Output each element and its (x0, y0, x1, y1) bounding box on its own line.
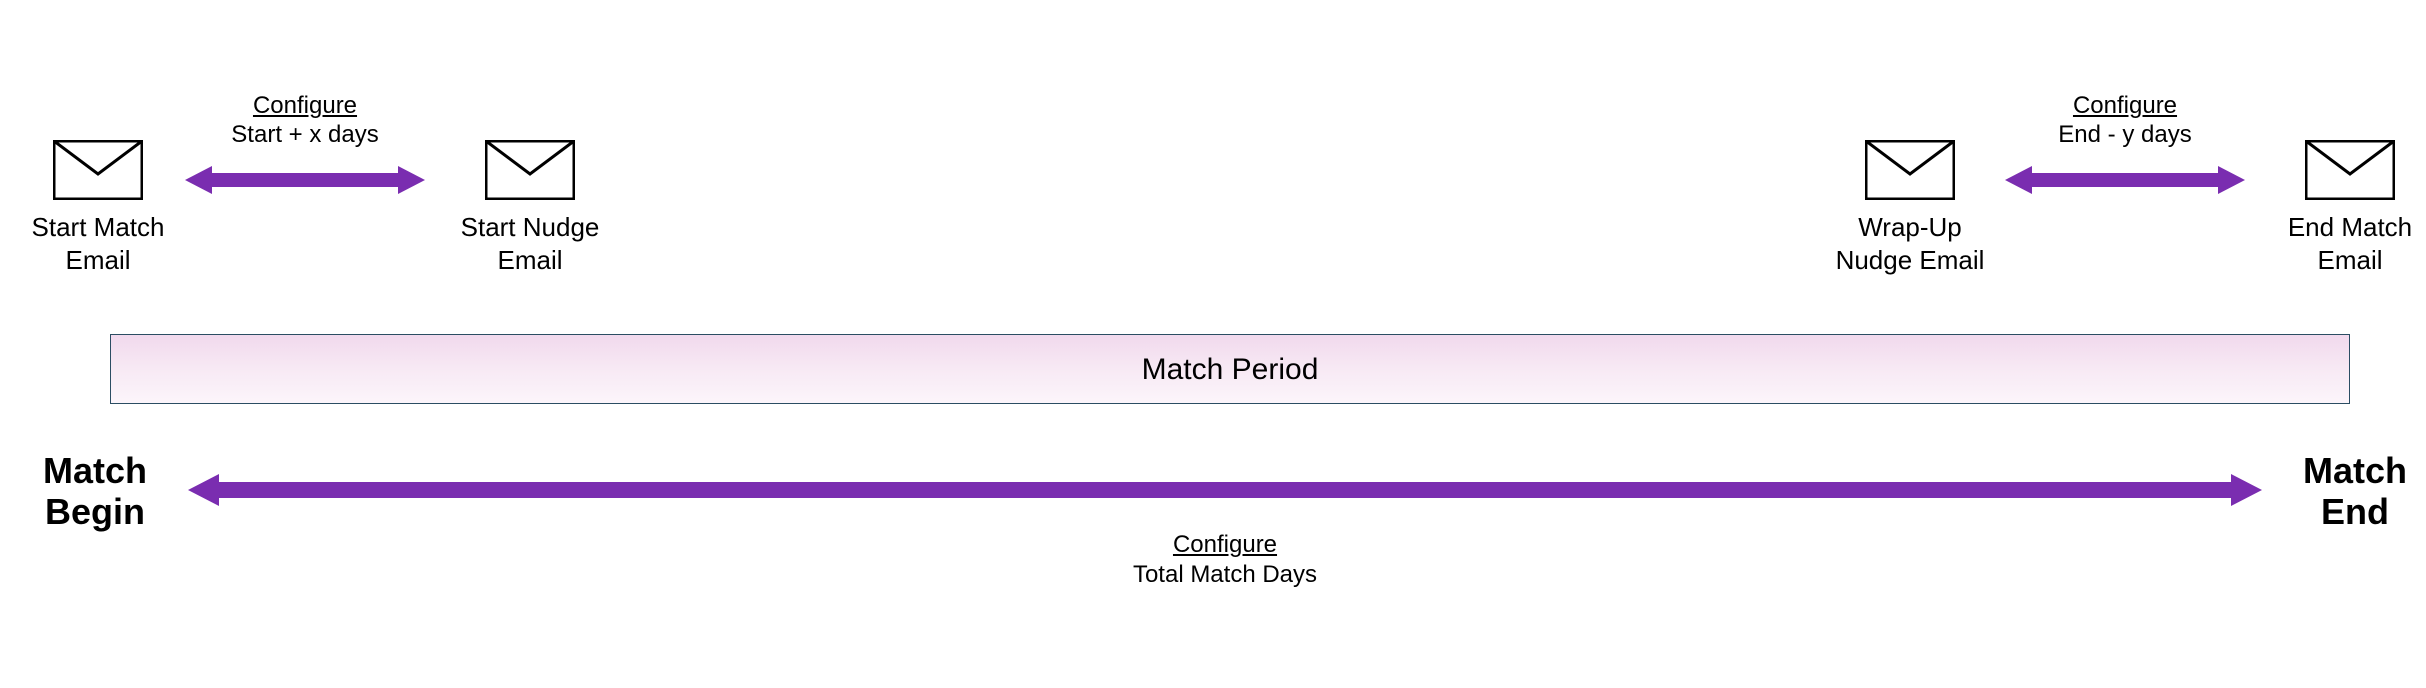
envelope-icon (2305, 140, 2395, 200)
envelope-icon (485, 140, 575, 200)
match-period-label: Match Period (1142, 353, 1319, 386)
start-match-email-node: Start Match Email (18, 140, 178, 276)
configure-heading: Configure (2073, 92, 2177, 119)
end-offset-arrow (2000, 160, 2250, 205)
envelope-icon (53, 140, 143, 200)
configure-total-subtext: Total Match Days (1133, 561, 1317, 588)
envelope-icon (1865, 140, 1955, 200)
configure-heading: Configure (253, 92, 357, 119)
start-nudge-email-node: Start Nudge Email (450, 140, 610, 276)
configure-end-subtext: End - y days (2058, 121, 2191, 148)
start-offset-arrow (180, 160, 430, 205)
end-match-email-node: End Match Email (2270, 140, 2426, 276)
match-end-label: Match End (2270, 450, 2426, 533)
wrapup-nudge-email-node: Wrap-Up Nudge Email (1830, 140, 1990, 276)
configure-total-label: Configure Total Match Days (1075, 530, 1375, 590)
configure-end-label: Configure End - y days (1995, 92, 2255, 150)
configure-heading: Configure (1173, 531, 1277, 558)
total-match-arrow (185, 470, 2265, 515)
start-match-email-label: Start Match Email (18, 211, 178, 276)
wrapup-nudge-email-label: Wrap-Up Nudge Email (1830, 211, 1990, 276)
match-begin-label: Match Begin (10, 450, 180, 533)
end-match-email-label: End Match Email (2270, 211, 2426, 276)
match-period-bar: Match Period (110, 334, 2350, 404)
start-nudge-email-label: Start Nudge Email (450, 211, 610, 276)
configure-start-label: Configure Start + x days (175, 92, 435, 150)
match-timeline-diagram: Start Match Email Configure Start + x da… (0, 0, 2426, 688)
configure-start-subtext: Start + x days (231, 121, 378, 148)
